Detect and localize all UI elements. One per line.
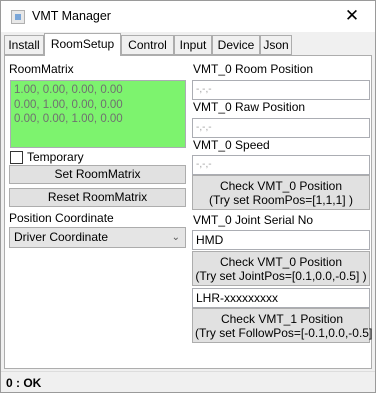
tab-strip: Install RoomSetup Control Input Device J… xyxy=(4,33,374,56)
temporary-label: Temporary xyxy=(27,150,84,164)
vmt0-raw-position-label: VMT_0 Raw Position xyxy=(193,100,306,114)
close-button[interactable]: ✕ xyxy=(329,1,375,32)
position-coordinate-label: Position Coordinate xyxy=(9,211,114,225)
check-vmt0-room-position-button[interactable]: Check VMT_0 Position (Try set RoomPos=[1… xyxy=(192,175,370,210)
position-coordinate-dropdown[interactable]: Driver Coordinate ⌄ xyxy=(9,227,186,248)
tab-json[interactable]: Json xyxy=(260,35,292,55)
vmt0-speed-field[interactable]: -,-,- xyxy=(192,155,370,175)
button-line: Check VMT_1 Position xyxy=(220,312,344,326)
status-text: 0 : OK xyxy=(6,376,42,390)
room-matrix-row: 0.00, 1.00, 0.00, 0.00 xyxy=(14,98,123,111)
vmt0-speed-label: VMT_0 Speed xyxy=(193,138,270,152)
title-bar: VMT Manager ✕ xyxy=(1,1,375,32)
reset-room-matrix-button[interactable]: Reset RoomMatrix xyxy=(9,188,186,207)
room-matrix-field[interactable]: 1.00, 0.00, 0.00, 0.00 0.00, 1.00, 0.00,… xyxy=(10,80,186,148)
temporary-checkbox[interactable] xyxy=(10,151,23,164)
button-line: (Try set FollowPos=[-0.1,0.0,-0.5] xyxy=(195,326,373,340)
set-room-matrix-button[interactable]: Set RoomMatrix xyxy=(9,165,186,184)
vmt0-joint-serial-field[interactable]: HMD xyxy=(192,230,370,250)
status-bar: 0 : OK xyxy=(1,371,375,392)
vmt0-raw-position-field[interactable]: -,-,- xyxy=(192,118,370,138)
tab-control[interactable]: Control xyxy=(121,35,174,55)
button-line: Check VMT_0 Position xyxy=(219,255,343,269)
app-icon xyxy=(11,10,25,24)
vmt-manager-window: VMT Manager ✕ Install RoomSetup Control … xyxy=(0,0,376,393)
roomsetup-page: RoomMatrix 1.00, 0.00, 0.00, 0.00 0.00, … xyxy=(4,55,372,369)
tab-input[interactable]: Input xyxy=(174,35,212,55)
button-line: (Try set RoomPos=[1,1,1] ) xyxy=(209,193,353,207)
chevron-down-icon: ⌄ xyxy=(171,232,180,243)
vmt1-follow-serial-field[interactable]: LHR-xxxxxxxxx xyxy=(192,288,370,308)
tab-roomsetup[interactable]: RoomSetup xyxy=(44,33,121,56)
check-vmt1-follow-position-button[interactable]: Check VMT_1 Position (Try set FollowPos=… xyxy=(192,308,373,343)
check-vmt0-joint-position-button[interactable]: Check VMT_0 Position (Try set JointPos=[… xyxy=(192,251,370,286)
tab-device[interactable]: Device xyxy=(212,35,260,55)
button-line: Check VMT_0 Position xyxy=(219,179,343,193)
room-matrix-row: 1.00, 0.00, 0.00, 0.00 xyxy=(14,84,123,96)
tab-install[interactable]: Install xyxy=(4,35,44,55)
vmt0-room-position-label: VMT_0 Room Position xyxy=(193,62,314,76)
room-matrix-row: 0.00, 0.00, 1.00, 0.00 xyxy=(14,113,123,125)
button-line: (Try set JointPos=[0.1,0.0,-0.5] ) xyxy=(195,269,367,283)
room-matrix-label: RoomMatrix xyxy=(9,62,74,76)
vmt0-joint-serial-label: VMT_0 Joint Serial No xyxy=(193,213,314,227)
position-coordinate-value: Driver Coordinate xyxy=(14,230,109,244)
window-title: VMT Manager xyxy=(32,9,111,23)
vmt0-room-position-field[interactable]: -,-,- xyxy=(192,80,370,100)
